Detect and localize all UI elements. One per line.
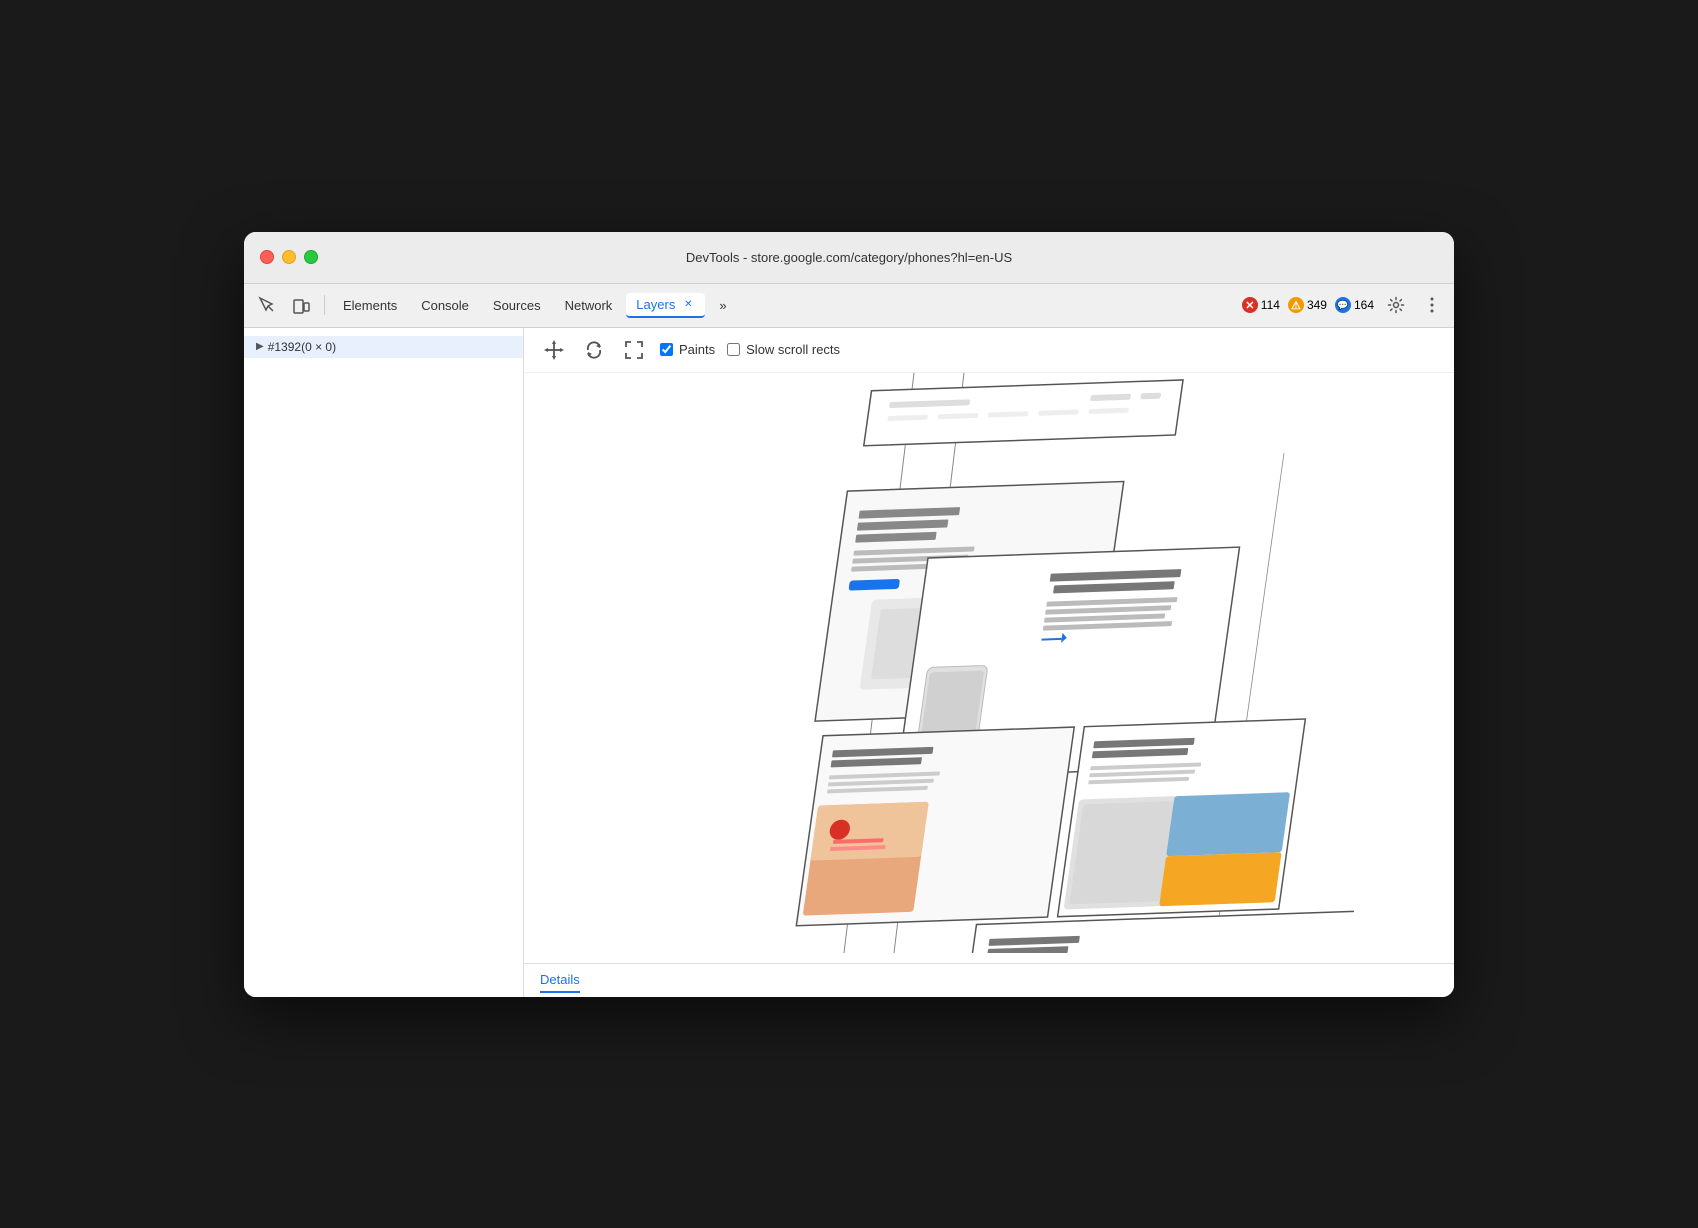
toolbar-right: ✕ 114 ⚠ 349 💬 164 <box>1242 291 1446 319</box>
sidebar-item-label: #1392(0 × 0) <box>268 340 336 354</box>
details-tab[interactable]: Details <box>540 968 580 993</box>
window-title: DevTools - store.google.com/category/pho… <box>686 250 1012 265</box>
tab-more[interactable]: » <box>709 294 736 317</box>
title-bar: DevTools - store.google.com/category/pho… <box>244 232 1454 284</box>
info-icon: 💬 <box>1335 297 1351 313</box>
layers-viewport[interactable] <box>524 373 1454 963</box>
slow-scroll-checkbox[interactable] <box>727 343 740 356</box>
warning-badge[interactable]: ⚠ 349 <box>1288 297 1327 313</box>
tab-console[interactable]: Console <box>411 294 479 317</box>
error-badge[interactable]: ✕ 114 <box>1242 297 1280 313</box>
tab-layers[interactable]: Layers ✕ <box>626 293 705 318</box>
layer-built-to-last <box>1058 719 1306 917</box>
more-options-button[interactable] <box>1418 291 1446 319</box>
inspect-element-button[interactable] <box>252 292 282 318</box>
device-toolbar-button[interactable] <box>286 292 316 318</box>
rotate-tool-button[interactable] <box>580 336 608 364</box>
expand-arrow: ▶ <box>256 341 264 352</box>
tab-network[interactable]: Network <box>555 294 623 317</box>
toolbar: Elements Console Sources Network Layers … <box>244 284 1454 328</box>
info-count: 164 <box>1354 298 1374 312</box>
settings-button[interactable] <box>1382 291 1410 319</box>
sidebar-item-root[interactable]: ▶ #1392(0 × 0) <box>244 336 523 358</box>
warning-count: 349 <box>1307 298 1327 312</box>
info-badge[interactable]: 💬 164 <box>1335 297 1374 313</box>
sidebar: ▶ #1392(0 × 0) <box>244 328 524 997</box>
error-icon: ✕ <box>1242 297 1258 313</box>
layers-svg <box>524 373 1354 953</box>
tab-elements[interactable]: Elements <box>333 294 407 317</box>
minimize-button[interactable] <box>282 250 296 264</box>
slow-scroll-checkbox-label[interactable]: Slow scroll rects <box>727 342 840 357</box>
tab-sources[interactable]: Sources <box>483 294 551 317</box>
layer-protection <box>796 727 1074 926</box>
layers-tab-close[interactable]: ✕ <box>681 297 695 311</box>
paints-checkbox-label[interactable]: Paints <box>660 342 715 357</box>
traffic-lights <box>260 250 318 264</box>
paints-checkbox[interactable] <box>660 343 673 356</box>
fit-to-screen-button[interactable] <box>620 336 648 364</box>
pan-tool-button[interactable] <box>540 336 568 364</box>
devtools-window: DevTools - store.google.com/category/pho… <box>244 232 1454 997</box>
bottom-bar: Details <box>524 963 1454 997</box>
controls-bar: Paints Slow scroll rects <box>524 328 1454 373</box>
maximize-button[interactable] <box>304 250 318 264</box>
main-area: ▶ #1392(0 × 0) <box>244 328 1454 997</box>
layer-navbar <box>864 379 1183 445</box>
error-count: 114 <box>1261 298 1280 312</box>
warning-icon: ⚠ <box>1288 297 1304 313</box>
content-area: Paints Slow scroll rects <box>524 328 1454 997</box>
close-button[interactable] <box>260 250 274 264</box>
